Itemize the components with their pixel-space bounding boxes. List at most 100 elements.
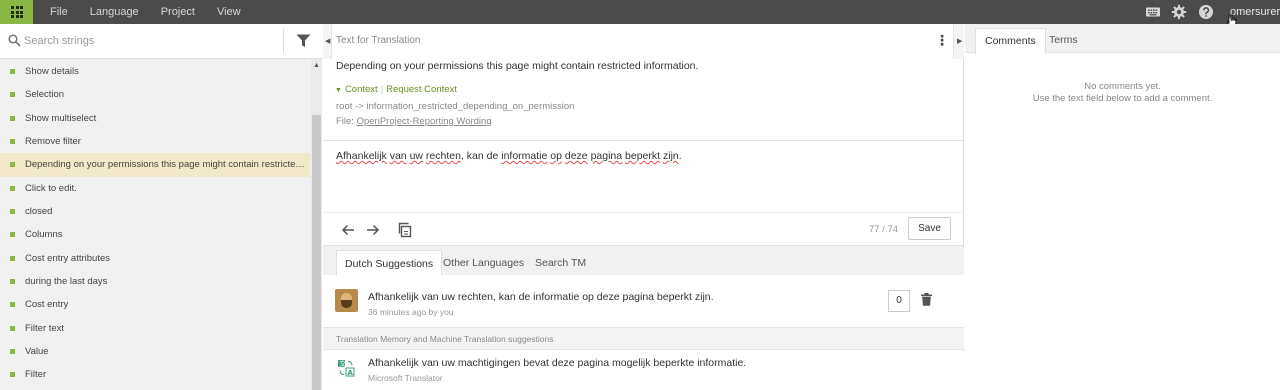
collapse-left-button[interactable]: ◀: [323, 24, 332, 59]
user-menu[interactable]: omersurer: [1230, 0, 1280, 24]
strings-panel: Show details Selection Show multiselect Rem…: [0, 24, 322, 390]
list-item[interactable]: closed: [0, 200, 310, 223]
chevron-right-icon: ▶: [957, 38, 963, 45]
mt-suggestion[interactable]: 文 A Afhankelijk van uw machtigingen beva…: [323, 351, 964, 390]
list-item-label: Click to edit.: [25, 182, 77, 194]
search-bar: [0, 24, 322, 59]
apps-grid-button[interactable]: [0, 0, 33, 24]
list-item[interactable]: Filter text: [0, 317, 310, 340]
translation-word: , kan de: [460, 150, 502, 162]
translation-text[interactable]: Afhankelijk van uw rechten, kan de infor…: [336, 150, 682, 162]
trash-icon[interactable]: [921, 293, 932, 306]
tab-terms[interactable]: Terms: [1040, 28, 1087, 54]
list-item-label: Filter text: [25, 322, 65, 334]
mt-suggestion-source: Microsoft Translator: [368, 373, 443, 383]
copy-source-icon[interactable]: [397, 222, 413, 238]
gear-icon[interactable]: [1171, 4, 1187, 20]
search-input[interactable]: [24, 32, 274, 50]
status-dot-icon: [10, 255, 15, 261]
editor-toolbar: 77 / 74 Save: [323, 212, 964, 245]
list-item[interactable]: Cost entry: [0, 293, 310, 316]
translation-word: informatie: [501, 150, 548, 162]
arrow-left-icon[interactable]: [340, 222, 356, 238]
list-item-label: Show multiselect: [25, 112, 97, 124]
menu-file[interactable]: File: [50, 0, 68, 24]
translation-word: rechten: [425, 150, 461, 162]
tab-comments[interactable]: Comments: [975, 28, 1046, 54]
status-dot-icon: [10, 139, 15, 145]
search-divider: [283, 29, 284, 53]
translation-word: beperkt: [625, 150, 661, 162]
request-context-link[interactable]: Request Context: [386, 84, 457, 95]
string-list: Show details Selection Show multiselect Rem…: [0, 60, 310, 387]
status-dot-icon: [10, 232, 15, 238]
status-dot-icon: [10, 209, 15, 215]
status-dot-icon: [10, 115, 15, 121]
tm-section-header: Translation Memory and Machine Translati…: [323, 327, 964, 350]
translation-word: Afhankelijk: [336, 150, 387, 162]
no-comments-line1: No comments yet.: [1084, 81, 1161, 92]
more-options-icon[interactable]: ⋮: [935, 33, 949, 47]
search-icon: [8, 34, 21, 47]
arrow-right-icon[interactable]: [365, 222, 381, 238]
suggestion-text[interactable]: Afhankelijk van uw rechten, kan de infor…: [368, 291, 714, 303]
suggestion-meta: 36 minutes ago by you: [368, 307, 454, 317]
list-item[interactable]: during the last days: [0, 270, 310, 293]
file-prefix: File:: [336, 116, 354, 127]
list-item[interactable]: Remove filter: [0, 130, 310, 153]
context-row: ▼ Context | Request Context: [335, 84, 457, 95]
status-dot-icon: [10, 185, 15, 191]
list-item-label: Show details: [25, 66, 79, 77]
comments-tabs: Comments Terms: [965, 24, 1280, 54]
translation-word: zijn: [662, 150, 679, 162]
top-bar: File Language Project View omersurer: [0, 0, 1280, 24]
list-item[interactable]: Value: [0, 340, 310, 363]
own-suggestion[interactable]: Afhankelijk van uw rechten, kan de infor…: [323, 275, 964, 327]
svg-text:A: A: [348, 369, 354, 377]
list-item[interactable]: Selection: [0, 83, 310, 106]
file-row: File: OpenProject-Reporting Wording: [336, 116, 492, 127]
tab-other-languages[interactable]: Other Languages: [435, 250, 532, 276]
list-item[interactable]: Click to edit.: [0, 177, 310, 200]
help-icon[interactable]: [1198, 4, 1214, 20]
tab-dutch-suggestions[interactable]: Dutch Suggestions: [336, 250, 443, 276]
menu-view[interactable]: View: [217, 0, 241, 24]
machine-translation-icon: 文 A: [338, 359, 355, 377]
status-dot-icon: [10, 372, 15, 378]
save-button[interactable]: Save: [908, 217, 951, 240]
status-dot-icon: [10, 325, 15, 331]
list-item[interactable]: Show multiselect: [0, 107, 310, 130]
status-dot-icon: [10, 92, 15, 98]
keyboard-icon[interactable]: [1145, 4, 1161, 20]
list-item[interactable]: Depending on your permissions this page …: [0, 153, 310, 177]
status-dot-icon: [10, 69, 15, 74]
vote-count[interactable]: 0: [888, 290, 910, 312]
list-item-label: Cost entry attributes: [25, 252, 111, 264]
scroll-thumb[interactable]: [312, 115, 321, 390]
status-dot-icon: [10, 279, 15, 285]
status-dot-icon: [10, 349, 15, 355]
list-item[interactable]: Filter: [0, 363, 310, 386]
menu-language[interactable]: Language: [90, 0, 139, 24]
scroll-up-icon[interactable]: ▲: [313, 62, 320, 69]
mt-suggestion-text[interactable]: Afhankelijk van uw machtigingen bevat de…: [368, 357, 746, 369]
context-toggle[interactable]: Context: [345, 84, 378, 95]
list-scrollbar[interactable]: ▲: [311, 60, 322, 390]
file-link[interactable]: OpenProject-Reporting Wording: [357, 116, 492, 127]
list-item-label: Columns: [25, 229, 63, 241]
list-item-label: Depending on your permissions this page …: [25, 159, 310, 171]
list-item-label: Value: [25, 346, 49, 358]
list-item[interactable]: Show details: [0, 60, 310, 83]
suggestion-tabs: Dutch Suggestions Other Languages Search…: [323, 245, 964, 276]
char-counter: 77 / 74: [869, 224, 899, 235]
list-item[interactable]: Columns: [0, 223, 310, 246]
triangle-down-icon: ▼: [335, 87, 342, 94]
tab-search-tm[interactable]: Search TM: [527, 250, 594, 276]
collapse-right-button[interactable]: ▶: [953, 24, 964, 59]
list-item-label: Selection: [25, 89, 65, 101]
filter-icon[interactable]: [296, 34, 311, 48]
menu-project[interactable]: Project: [161, 0, 195, 24]
list-item[interactable]: Cost entry attributes: [0, 247, 310, 270]
list-item-label: Cost entry: [25, 299, 69, 311]
editor-panel: ◀ Text for Translation ⋮ Depending on yo…: [323, 24, 964, 390]
